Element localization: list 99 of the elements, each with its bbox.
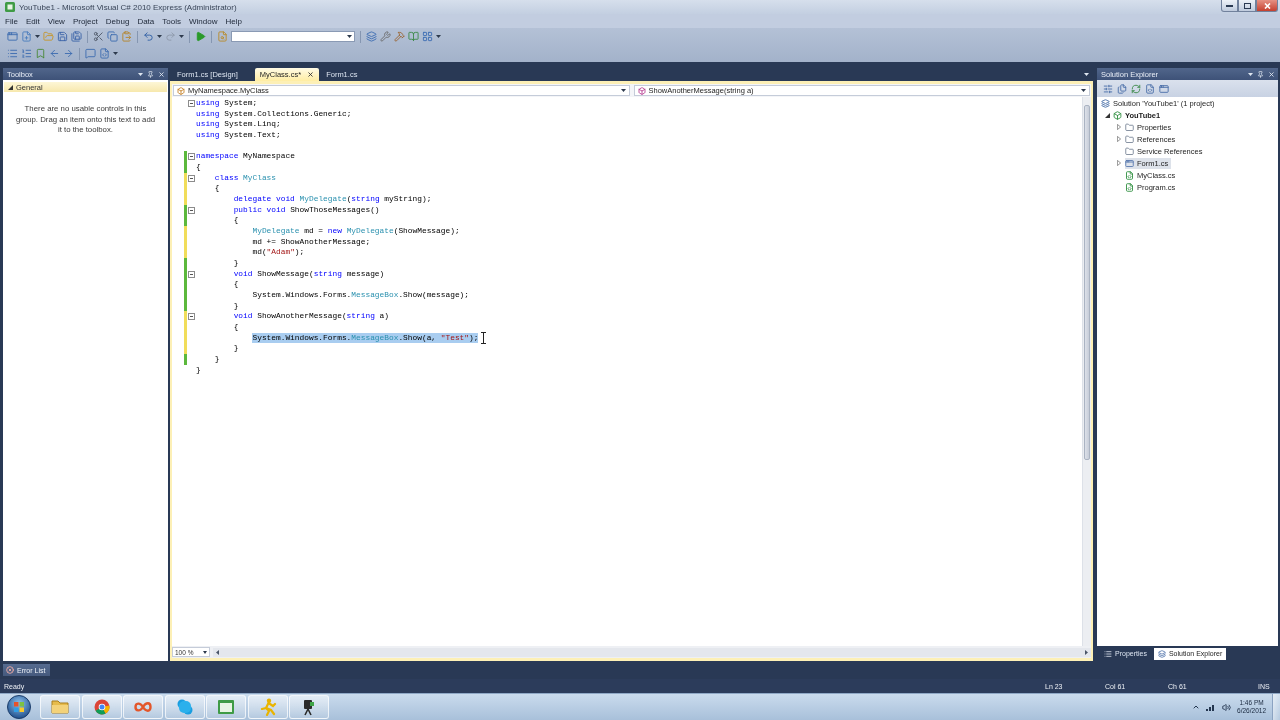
- menu-item[interactable]: Window: [184, 15, 222, 27]
- numbered-list-icon[interactable]: [21, 48, 32, 59]
- bookmark-icon[interactable]: [35, 48, 46, 59]
- copy-icon[interactable]: [107, 31, 118, 42]
- collapse-icon[interactable]: [188, 174, 195, 182]
- arrow-left-icon[interactable]: [49, 48, 60, 59]
- play-icon[interactable]: [195, 31, 206, 42]
- app-window-icon[interactable]: [1159, 83, 1169, 94]
- code-file-icon[interactable]: [1145, 83, 1155, 94]
- collapse-icon[interactable]: [188, 99, 195, 107]
- hammer-icon[interactable]: [394, 31, 405, 42]
- scrollbar[interactable]: [213, 647, 1091, 657]
- list-icon[interactable]: [7, 48, 18, 59]
- folder-icon: [1125, 146, 1134, 156]
- sliders-icon[interactable]: [1103, 83, 1113, 94]
- clipboard-icon[interactable]: [121, 31, 132, 42]
- round-logo-icon: [92, 698, 111, 716]
- maximize-button[interactable]: [1238, 0, 1256, 12]
- close-icon[interactable]: [307, 71, 315, 78]
- layers-icon: [1101, 98, 1110, 108]
- save-icon[interactable]: [57, 31, 68, 42]
- book-icon[interactable]: [408, 31, 419, 42]
- caret-down-icon[interactable]: [1248, 72, 1253, 76]
- menu-item[interactable]: Tools: [158, 15, 185, 27]
- folder-icon: [51, 698, 69, 716]
- list-icon: [1104, 649, 1112, 658]
- code-file-icon: [1125, 182, 1134, 192]
- show-desktop-button[interactable]: [1272, 694, 1280, 720]
- taskbar-button[interactable]: [289, 695, 329, 719]
- folder-icon: [1125, 122, 1134, 132]
- caret-down-icon[interactable]: [35, 35, 40, 38]
- caret-down-icon[interactable]: [138, 72, 143, 76]
- close-button[interactable]: [1256, 0, 1278, 12]
- scroll-left-icon[interactable]: [216, 649, 219, 655]
- app-window-icon: [1125, 158, 1134, 168]
- start-orb-icon[interactable]: [7, 695, 31, 719]
- text-cursor-icon: [481, 332, 486, 344]
- scrollbar[interactable]: [1082, 97, 1091, 646]
- close-icon[interactable]: [1268, 70, 1275, 78]
- menu-item[interactable]: Data: [133, 15, 159, 27]
- close-icon[interactable]: [158, 70, 165, 78]
- scroll-right-icon[interactable]: [1085, 649, 1088, 655]
- combo-box-field[interactable]: [231, 31, 355, 42]
- x-circle-icon: [6, 666, 14, 674]
- triangle-outline-icon[interactable]: [1117, 124, 1121, 130]
- collapse-icon[interactable]: [188, 313, 195, 321]
- running-figure-icon: [258, 698, 277, 716]
- menu-item[interactable]: Project: [68, 15, 102, 27]
- caret-down-icon[interactable]: [179, 35, 184, 38]
- minimize-button[interactable]: [1221, 0, 1238, 12]
- folder-icon: [1125, 134, 1134, 144]
- triangle-icon[interactable]: [1104, 112, 1110, 118]
- menu-item[interactable]: File: [1, 15, 22, 27]
- collapse-icon[interactable]: [188, 153, 195, 161]
- arrow-right-icon[interactable]: [63, 48, 74, 59]
- signal-bars-icon[interactable]: [1206, 703, 1217, 711]
- box-icon: [1113, 110, 1122, 120]
- box-icon: [177, 86, 185, 95]
- window-title: YouTube1 - Microsoft Visual C# 2010 Express (Administrator): [19, 2, 237, 12]
- menu-item[interactable]: Debug: [101, 15, 134, 27]
- volume-icon[interactable]: [1222, 702, 1232, 712]
- cloud-icon: [175, 698, 194, 716]
- caret-down-icon[interactable]: [203, 650, 207, 654]
- app-window-icon: [217, 698, 235, 716]
- app-window-icon[interactable]: [7, 31, 18, 42]
- caret-down-icon[interactable]: [157, 35, 162, 38]
- pin-icon[interactable]: [147, 70, 154, 78]
- app-tile-icon: [5, 2, 15, 12]
- collapse-icon[interactable]: [188, 206, 195, 214]
- files-icon[interactable]: [1117, 83, 1127, 94]
- triangle-outline-icon[interactable]: [1117, 136, 1121, 142]
- caret-down-icon[interactable]: [347, 35, 352, 38]
- collapse-icon[interactable]: [188, 270, 195, 278]
- scrollbar-thumb[interactable]: [1084, 105, 1090, 460]
- pin-icon[interactable]: [1257, 70, 1264, 78]
- wrench-icon[interactable]: [380, 31, 391, 42]
- layers-icon[interactable]: [366, 31, 377, 42]
- triangle-outline-icon[interactable]: [1117, 160, 1121, 166]
- caret-down-icon[interactable]: [113, 52, 118, 55]
- minimize-icon: [1226, 4, 1233, 7]
- caret-down-icon[interactable]: [1081, 89, 1086, 92]
- caret-down-icon[interactable]: [1084, 73, 1089, 76]
- triangle-icon[interactable]: [8, 84, 13, 90]
- box-icon: [637, 86, 646, 95]
- caret-down-icon[interactable]: [436, 35, 441, 38]
- menu-item[interactable]: View: [43, 15, 69, 27]
- refresh-icon[interactable]: [1131, 83, 1141, 94]
- save-all-icon[interactable]: [71, 31, 82, 42]
- maximize-icon: [1243, 2, 1251, 9]
- layers-icon: [1157, 649, 1166, 658]
- code-file-icon: [1125, 170, 1134, 180]
- menu-item[interactable]: Edit: [21, 15, 44, 27]
- caret-down-icon[interactable]: [620, 89, 626, 92]
- speech-bubble-icon[interactable]: [85, 48, 96, 59]
- undo-icon[interactable]: [143, 31, 154, 42]
- menu-item[interactable]: Help: [221, 15, 246, 27]
- close-icon: [1263, 2, 1271, 9]
- scissors-icon[interactable]: [93, 31, 104, 42]
- chevron-up-icon[interactable]: [1192, 703, 1201, 711]
